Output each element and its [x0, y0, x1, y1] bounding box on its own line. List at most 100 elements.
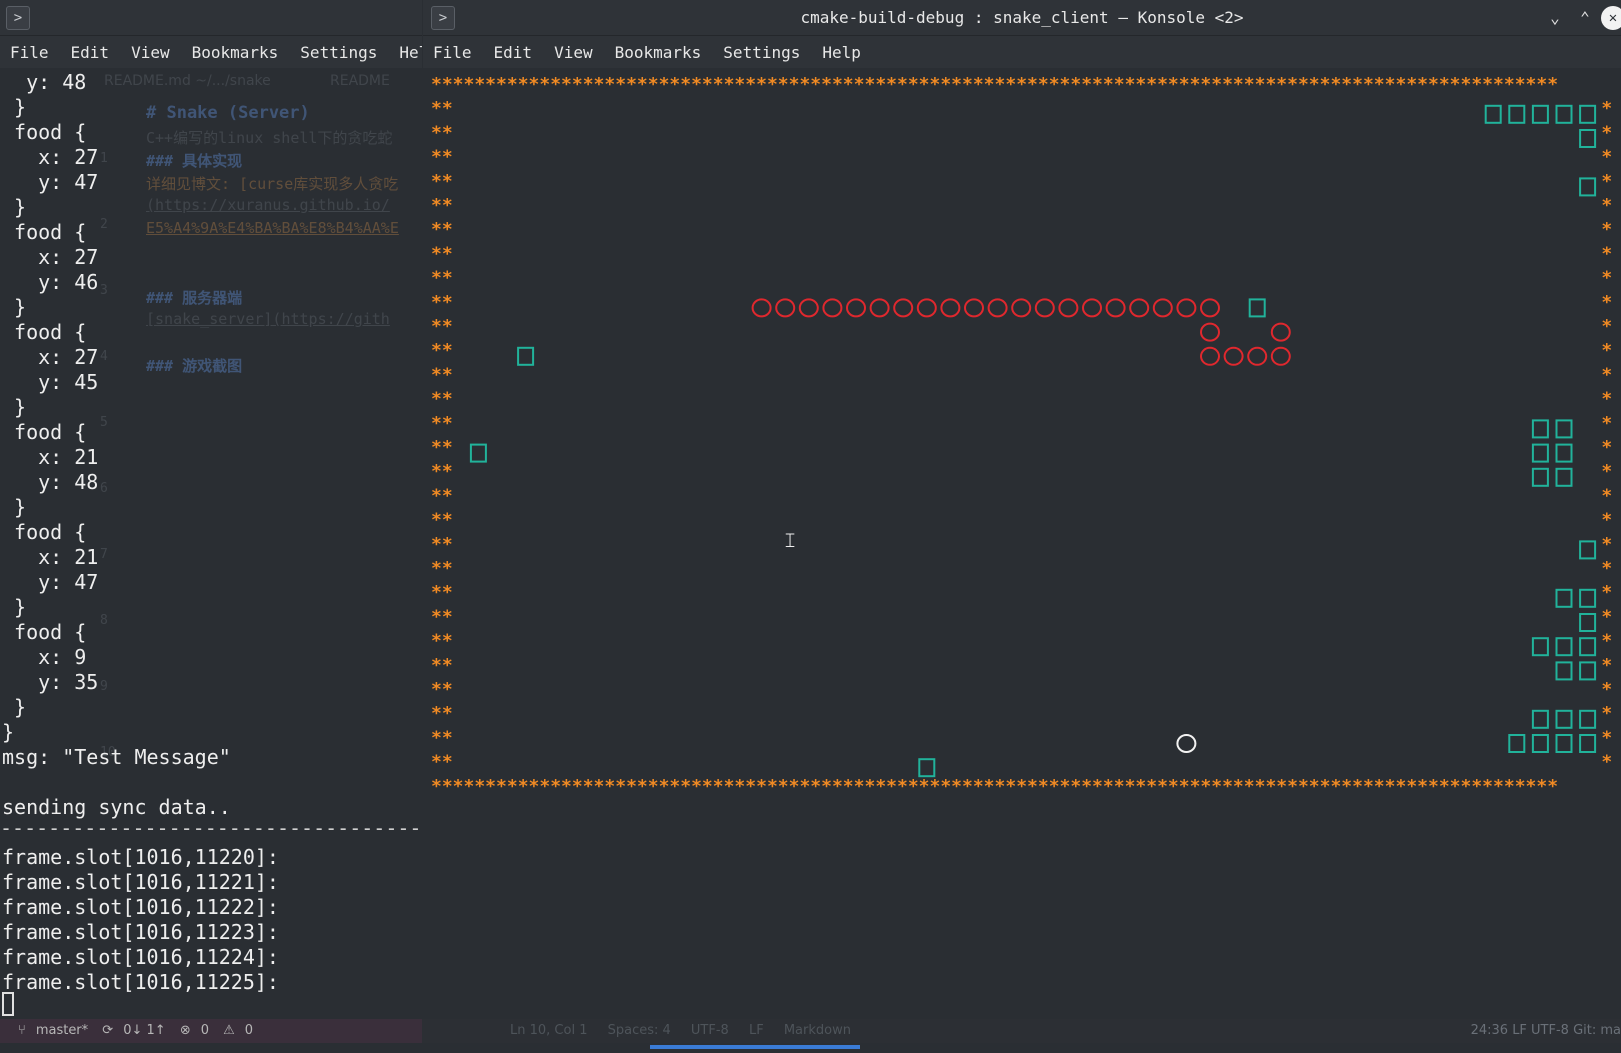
left-wall: **: [431, 437, 453, 458]
right-wall: *: [1601, 703, 1612, 724]
left-menubar: File Edit View Bookmarks Settings Help: [0, 36, 422, 68]
left-terminal-output[interactable]: y: 48 } food { x: 27 y: 47 } food { x: 2…: [0, 70, 422, 995]
terminal-output-line: x: 27: [2, 145, 99, 169]
right-wall: *: [1601, 437, 1612, 458]
food-item: [1555, 467, 1573, 487]
left-wall: **: [431, 389, 453, 410]
right-menu-file[interactable]: File: [433, 43, 472, 62]
left-menu-help[interactable]: Help: [399, 43, 422, 62]
terminal-output-line: food {: [2, 420, 87, 444]
right-wall: *: [1601, 171, 1612, 192]
snake-segment: [1011, 298, 1032, 318]
food-item: [1531, 734, 1549, 753]
right-menu-bookmarks[interactable]: Bookmarks: [615, 43, 702, 62]
terminal-output-line: frame.slot[1016,11221]:: [2, 870, 279, 894]
terminal-output-line: frame.slot[1016,11220]:: [2, 845, 279, 869]
snake-segment: [869, 298, 890, 318]
branch-name[interactable]: master*: [36, 1023, 88, 1038]
left-wall: **: [431, 727, 453, 748]
right-wall: *: [1601, 752, 1612, 773]
right-menu-settings[interactable]: Settings: [723, 43, 800, 62]
error-count[interactable]: 0: [201, 1023, 209, 1038]
terminal-output-line: y: 47: [2, 170, 99, 194]
snake-segment: [916, 298, 937, 318]
right-wall: *: [1601, 268, 1612, 289]
food-item: [1579, 613, 1597, 632]
snake-segment: [1270, 346, 1291, 366]
indentation[interactable]: Spaces: 4: [608, 1023, 671, 1038]
food-item: [1531, 709, 1549, 729]
food-item: [1579, 104, 1597, 124]
terminal-output-line: frame.slot[1016,11225]:: [2, 970, 279, 994]
line-ending[interactable]: LF: [749, 1023, 764, 1038]
warning-count[interactable]: 0: [245, 1023, 253, 1038]
snake-segment: [1152, 298, 1173, 318]
sync-status[interactable]: 0↓ 1↑: [123, 1023, 165, 1038]
left-wall: **: [431, 364, 453, 385]
terminal-output-line: frame.slot[1016,11224]:: [2, 945, 279, 969]
right-wall: *: [1601, 389, 1612, 410]
right-terminal-window[interactable]: > cmake-build-debug : snake_client — Kon…: [423, 0, 1621, 1019]
snake-segment: [1200, 346, 1220, 366]
terminal-output-line: x: 27: [2, 245, 99, 269]
food-item: [1484, 104, 1502, 124]
snake-segment: [1058, 298, 1079, 318]
left-wall: **: [431, 268, 453, 289]
terminal-output-line: x: 27: [2, 345, 99, 369]
food-item: [1531, 443, 1549, 463]
snake-segment: [1223, 346, 1244, 366]
terminal-output-line: x: 21: [2, 445, 99, 469]
left-menu-view[interactable]: View: [131, 43, 170, 62]
left-terminal-window[interactable]: > File Edit View Bookmarks Settings Help…: [0, 0, 422, 1053]
food-item: [1579, 734, 1597, 753]
snake-segment: [964, 298, 984, 318]
right-menu-edit[interactable]: Edit: [494, 43, 533, 62]
text-cursor-icon: 𝙸: [783, 528, 798, 552]
snake-segment: [1247, 346, 1268, 366]
left-menu-edit[interactable]: Edit: [71, 43, 110, 62]
encoding[interactable]: UTF-8: [691, 1023, 729, 1038]
right-wall: *: [1601, 534, 1612, 555]
snake-game-board[interactable]: ****************************************…: [423, 70, 1621, 810]
terminal-output-line: }: [2, 595, 27, 619]
left-wall: **: [431, 171, 453, 192]
left-wall: **: [431, 122, 453, 143]
snake-segment: [1105, 298, 1126, 318]
left-wall: **: [431, 195, 453, 216]
git-status[interactable]: ⑂ master* ⟳ 0↓ 1↑ ⊗ 0 ⚠ 0: [0, 1019, 422, 1043]
minimize-icon[interactable]: ⌄: [1543, 6, 1567, 30]
maximize-icon[interactable]: ⌃: [1573, 6, 1597, 30]
cursor-position[interactable]: Ln 10, Col 1: [510, 1023, 587, 1038]
terminal-output-line: }: [2, 395, 27, 419]
snake-segment: [1200, 322, 1220, 342]
food-item: [517, 346, 535, 366]
food-item: [1508, 104, 1526, 124]
left-menu-bookmarks[interactable]: Bookmarks: [192, 43, 279, 62]
left-menu-file[interactable]: File: [10, 43, 49, 62]
snake-segment: [798, 298, 819, 318]
right-menubar: File Edit View Bookmarks Settings Help: [423, 36, 1621, 68]
terminal-output-line: food {: [2, 620, 87, 644]
food-item: [1531, 637, 1549, 657]
terminal-output-line: x: 9: [2, 645, 87, 669]
language-mode[interactable]: Markdown: [784, 1023, 851, 1038]
right-wall: *: [1601, 243, 1612, 264]
food-item: [1531, 419, 1549, 439]
terminal-prompt-icon[interactable]: >: [6, 6, 30, 30]
right-menu-help[interactable]: Help: [822, 43, 861, 62]
food-item: [1579, 177, 1597, 197]
right-wall: *: [1601, 510, 1612, 531]
snake-segment: [1082, 298, 1102, 318]
snake-segment: [751, 298, 772, 318]
food-item: [1579, 661, 1597, 681]
left-menu-settings[interactable]: Settings: [300, 43, 377, 62]
terminal-output-line: }: [2, 95, 27, 119]
left-wall: **: [431, 631, 453, 652]
snake-segment: [822, 298, 843, 318]
right-wall: *: [1601, 655, 1612, 676]
food-item: [1555, 709, 1573, 729]
right-wall: *: [1601, 631, 1612, 652]
right-wall: *: [1601, 413, 1612, 434]
right-menu-view[interactable]: View: [554, 43, 593, 62]
close-icon[interactable]: ✕: [1601, 6, 1621, 30]
